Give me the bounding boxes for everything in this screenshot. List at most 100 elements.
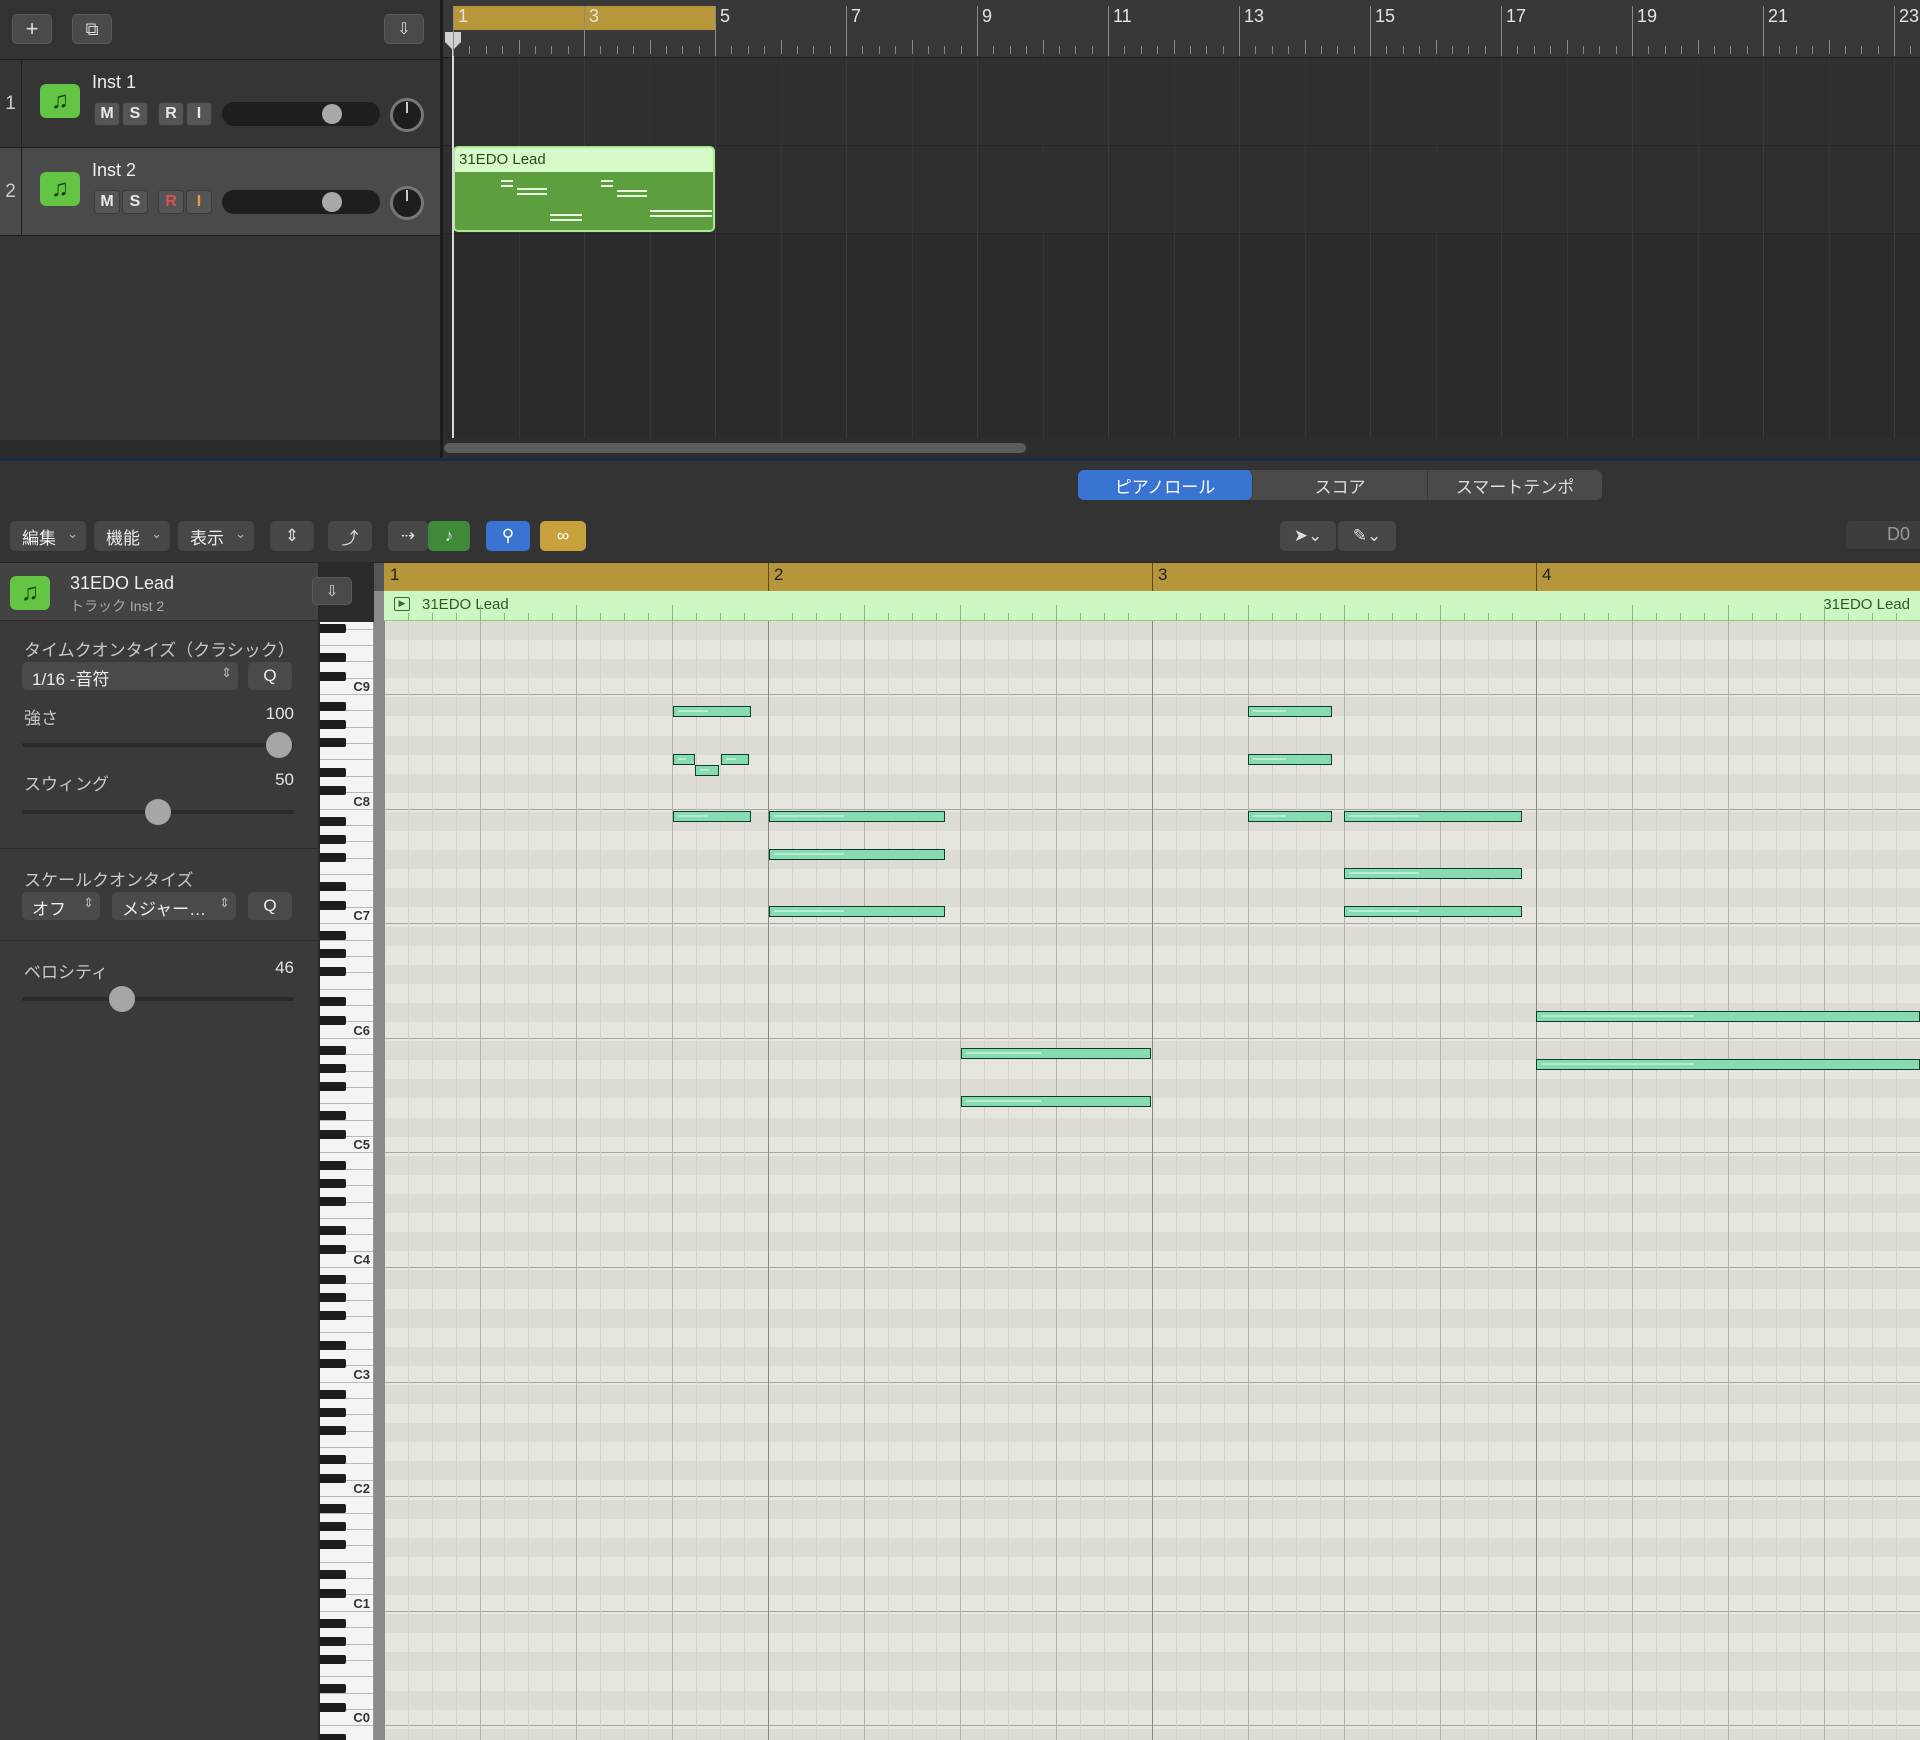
black-key[interactable]: [320, 1425, 346, 1435]
black-key[interactable]: [320, 738, 346, 748]
duplicate-track-button[interactable]: ⧉: [72, 14, 112, 44]
record-enable-button[interactable]: R: [158, 190, 184, 214]
collapse-button[interactable]: ⇕: [270, 521, 314, 551]
playhead[interactable]: [452, 32, 454, 438]
white-key[interactable]: [320, 1447, 373, 1449]
velocity-slider[interactable]: [22, 997, 294, 1001]
bar-ruler[interactable]: [374, 563, 1920, 591]
snap-button[interactable]: ⚲: [486, 521, 530, 551]
scrollbar-thumb[interactable]: [444, 443, 1026, 453]
white-key[interactable]: [320, 988, 373, 990]
black-key[interactable]: [320, 1522, 346, 1532]
black-key[interactable]: [320, 1111, 346, 1121]
midi-note[interactable]: [1536, 1059, 1920, 1070]
piano-roll-grid[interactable]: [384, 621, 1920, 1740]
black-key[interactable]: [320, 1655, 346, 1664]
scale-type-select[interactable]: メジャー… ⇕: [112, 892, 236, 920]
midi-note[interactable]: [769, 849, 945, 860]
midi-note[interactable]: [1344, 811, 1522, 822]
midi-note[interactable]: [1536, 1011, 1920, 1022]
white-key[interactable]: [320, 1676, 373, 1678]
black-key[interactable]: [320, 1359, 346, 1369]
add-track-button[interactable]: +: [12, 14, 52, 44]
volume-fader-knob[interactable]: [322, 192, 342, 212]
midi-note[interactable]: [673, 811, 751, 822]
midi-note[interactable]: [1248, 706, 1332, 717]
black-key[interactable]: [320, 1045, 346, 1055]
midi-note[interactable]: [1248, 754, 1332, 765]
black-key[interactable]: [320, 1588, 346, 1598]
white-key[interactable]: [320, 1381, 373, 1383]
tab-smart-tempo[interactable]: スマートテンポ: [1428, 470, 1602, 500]
black-key[interactable]: [320, 1082, 346, 1091]
link-button[interactable]: ∞: [540, 521, 586, 551]
black-key[interactable]: [320, 834, 346, 844]
white-key[interactable]: [320, 1037, 373, 1039]
black-key[interactable]: [320, 702, 346, 712]
black-key[interactable]: [320, 1226, 346, 1236]
black-key[interactable]: [320, 1340, 346, 1350]
black-key[interactable]: [320, 1703, 346, 1713]
input-monitor-button[interactable]: I: [186, 102, 212, 126]
volume-fader[interactable]: [222, 102, 380, 126]
black-key[interactable]: [320, 949, 346, 959]
black-key[interactable]: [320, 1407, 346, 1417]
input-monitor-button[interactable]: I: [186, 190, 212, 214]
pencil-tool-menu[interactable]: ✎⌄: [1338, 521, 1396, 551]
black-key[interactable]: [320, 1455, 346, 1465]
black-key[interactable]: [320, 653, 346, 663]
white-key[interactable]: [320, 1152, 373, 1154]
pan-knob[interactable]: [390, 186, 424, 220]
white-key[interactable]: [320, 808, 373, 810]
black-key[interactable]: [320, 931, 346, 941]
black-key[interactable]: [320, 852, 346, 862]
automation-button[interactable]: ⤴: [328, 521, 372, 551]
piano-keyboard[interactable]: C9 C8 C7 C6 C5 C4 C3 C2 C1 C0: [320, 622, 374, 1740]
midi-note[interactable]: [673, 754, 695, 765]
white-key[interactable]: [320, 1610, 373, 1612]
record-enable-button[interactable]: R: [158, 102, 184, 126]
scale-quantize-q-button[interactable]: Q: [248, 892, 292, 920]
view-menu[interactable]: 表示 ⌄: [178, 521, 254, 551]
catch-button[interactable]: ⇩: [384, 14, 424, 44]
black-key[interactable]: [320, 1311, 346, 1321]
white-key[interactable]: [320, 1217, 373, 1219]
black-key[interactable]: [320, 786, 346, 796]
black-key[interactable]: [320, 1540, 346, 1550]
black-key[interactable]: [320, 1293, 346, 1303]
black-key[interactable]: [320, 1178, 346, 1188]
velocity-slider-knob[interactable]: [109, 986, 135, 1012]
region-header-bar[interactable]: ▶ 31EDO Lead 31EDO Lead: [384, 591, 1920, 621]
scale-quantize-root-select[interactable]: オフ ⇕: [22, 892, 100, 920]
track-header-1[interactable]: 1 ♫ Inst 1 M S R I: [0, 60, 440, 148]
time-quantize-q-button[interactable]: Q: [248, 662, 292, 690]
midi-note[interactable]: [769, 811, 945, 822]
solo-button[interactable]: S: [122, 190, 148, 214]
midi-note[interactable]: [1248, 811, 1332, 822]
black-key[interactable]: [320, 720, 346, 730]
midi-note[interactable]: [769, 906, 945, 917]
track-name[interactable]: Inst 2: [92, 160, 136, 181]
pan-knob[interactable]: [390, 98, 424, 132]
black-key[interactable]: [320, 816, 346, 826]
black-key[interactable]: [320, 1015, 346, 1025]
black-key[interactable]: [320, 1275, 346, 1285]
mute-button[interactable]: M: [94, 102, 120, 126]
tab-score[interactable]: スコア: [1253, 470, 1428, 500]
midi-note[interactable]: [673, 706, 751, 717]
strength-slider[interactable]: [22, 743, 294, 747]
black-key[interactable]: [320, 1389, 346, 1399]
black-key[interactable]: [320, 901, 346, 911]
track-name[interactable]: Inst 1: [92, 72, 136, 93]
white-key[interactable]: [320, 923, 373, 925]
black-key[interactable]: [320, 623, 346, 633]
edit-menu[interactable]: 編集 ⌄: [10, 521, 86, 551]
strength-slider-knob[interactable]: [266, 732, 292, 758]
white-key[interactable]: [320, 1561, 373, 1563]
white-key[interactable]: [320, 1496, 373, 1498]
white-key[interactable]: [320, 1103, 373, 1105]
white-key[interactable]: [320, 759, 373, 761]
white-key[interactable]: [320, 694, 373, 695]
black-key[interactable]: [320, 767, 346, 777]
midi-note[interactable]: [1344, 868, 1522, 879]
